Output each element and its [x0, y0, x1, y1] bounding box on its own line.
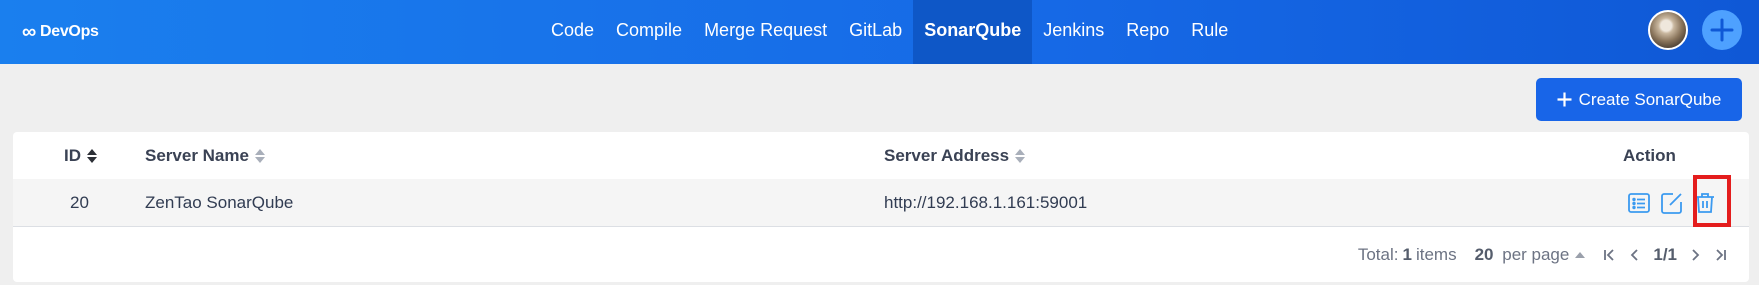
global-add-button[interactable]	[1702, 10, 1742, 50]
per-page-label: per page	[1502, 244, 1570, 264]
pager-total-prefix: Total:	[1357, 244, 1399, 264]
create-sonarqube-label: Create SonarQube	[1578, 89, 1722, 109]
main-nav: Code Compile Merge Request GitLab SonarQ…	[540, 0, 1239, 64]
first-page-button[interactable]	[1599, 244, 1621, 266]
top-navbar: ∞ DevOps Code Compile Merge Request GitL…	[0, 0, 1759, 64]
table-row: 20 ZenTao SonarQube http://192.168.1.161…	[13, 179, 1749, 227]
chevron-left-icon	[1631, 248, 1638, 261]
cell-id: 20	[70, 192, 89, 212]
sort-icon[interactable]	[87, 148, 97, 163]
nav-item-jenkins[interactable]: Jenkins	[1032, 0, 1115, 64]
pager-total-suffix: items	[1415, 244, 1457, 264]
per-page-count: 20	[1474, 244, 1494, 264]
prev-page-button[interactable]	[1624, 244, 1646, 266]
first-page-icon	[1604, 248, 1614, 261]
column-action-label: Action	[1623, 145, 1676, 165]
nav-item-compile[interactable]: Compile	[605, 0, 693, 64]
column-server-name[interactable]: Server Name	[145, 132, 265, 179]
sonarqube-table-card: ID Server Name Server Address Action 20 …	[13, 132, 1749, 282]
column-server-name-label: Server Name	[145, 145, 249, 165]
nav-item-sonarqube[interactable]: SonarQube	[913, 0, 1033, 64]
app-title: DevOps	[39, 23, 99, 40]
sort-icon[interactable]	[1015, 148, 1026, 163]
view-details-button[interactable]	[1626, 190, 1652, 216]
last-page-icon	[1716, 248, 1726, 261]
last-page-button[interactable]	[1709, 244, 1731, 266]
edit-button[interactable]	[1659, 190, 1685, 216]
nav-item-code[interactable]: Code	[540, 0, 605, 64]
delete-highlight-box	[1693, 175, 1731, 227]
user-avatar[interactable]	[1648, 10, 1688, 50]
list-icon	[1628, 192, 1650, 213]
create-sonarqube-button[interactable]: Create SonarQube	[1536, 78, 1742, 121]
nav-item-gitlab[interactable]: GitLab	[838, 0, 913, 64]
column-server-address[interactable]: Server Address	[884, 132, 1026, 179]
pager-total-count: 1	[1402, 244, 1412, 264]
column-id-label: ID	[64, 145, 81, 165]
cell-server-address: http://192.168.1.161:59001	[884, 192, 1088, 212]
column-action: Action	[1623, 132, 1676, 179]
plus-icon	[1710, 18, 1734, 42]
nav-item-repo[interactable]: Repo	[1115, 0, 1180, 64]
column-id[interactable]: ID	[64, 132, 97, 179]
app-logo[interactable]: ∞ DevOps	[22, 20, 99, 44]
sort-icon[interactable]	[254, 148, 265, 163]
cell-server-name: ZenTao SonarQube	[145, 192, 294, 212]
edit-icon	[1661, 192, 1682, 214]
nav-item-merge-request[interactable]: Merge Request	[693, 0, 838, 64]
per-page-select[interactable]: 20 per page	[1471, 245, 1570, 265]
page-indicator: 1/1	[1653, 244, 1677, 264]
pagination: Total: 1 items 20 per page 1/1	[1358, 227, 1731, 282]
table-header: ID Server Name Server Address Action	[13, 132, 1749, 180]
column-server-address-label: Server Address	[884, 145, 1010, 165]
next-page-button[interactable]	[1684, 244, 1706, 266]
caret-up-icon[interactable]	[1575, 251, 1586, 258]
chevron-right-icon	[1692, 248, 1700, 261]
nav-item-rule[interactable]: Rule	[1180, 0, 1239, 64]
infinity-logo-icon: ∞	[22, 21, 36, 43]
plus-icon	[1557, 92, 1572, 107]
